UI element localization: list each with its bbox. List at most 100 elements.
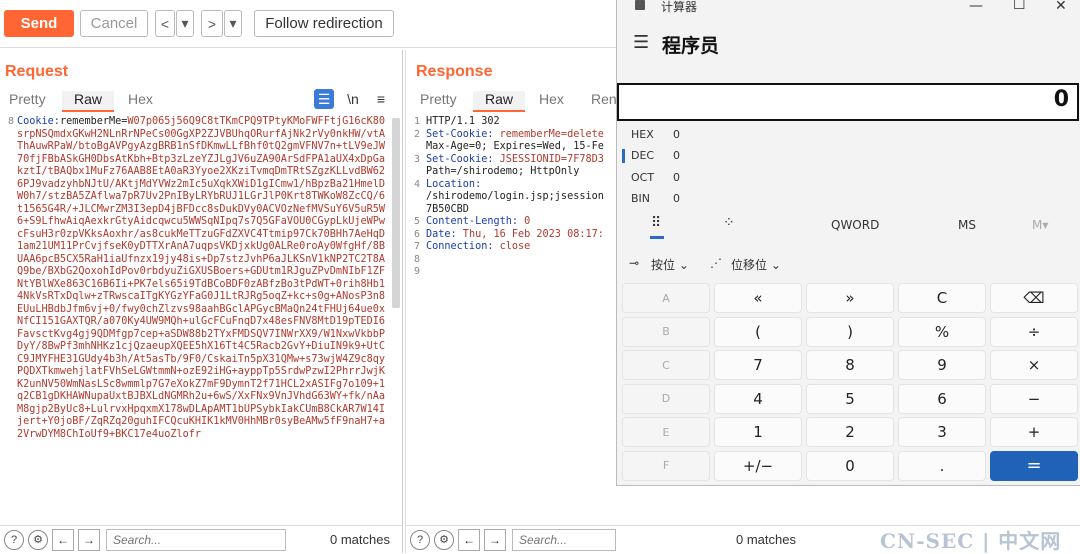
response-line: 7 Connection: close xyxy=(406,241,616,254)
gear-icon[interactable]: ⚙ xyxy=(28,529,48,550)
key-9[interactable]: 9 xyxy=(898,350,986,380)
response-line: 1 HTTP/1.1 302 xyxy=(406,116,616,129)
line-number: 9 xyxy=(413,266,420,277)
line-text: Max-Age=0; Expires=Wed, 15-Fe xyxy=(426,141,604,152)
key-shift-right[interactable]: » xyxy=(806,283,894,313)
word-wrap-icon[interactable]: ☰ xyxy=(314,89,334,109)
bitshift-dropdown[interactable]: 位移位 ⌄ xyxy=(731,256,781,273)
response-line: Path=/shirodemo; HttpOnly xyxy=(406,166,616,179)
line-text: Path=/shirodemo; HttpOnly xyxy=(426,166,580,177)
key-open-paren[interactable]: ( xyxy=(714,316,802,347)
tab-raw[interactable]: Raw xyxy=(473,91,526,112)
tab-pretty[interactable]: Pretty xyxy=(9,91,46,107)
key-e[interactable]: E xyxy=(622,417,710,447)
hamburger-menu-icon[interactable]: ☰ xyxy=(633,32,649,53)
back-history-dropdown[interactable]: ▾ xyxy=(176,10,194,37)
key-a[interactable]: A xyxy=(622,283,710,313)
burp-toolbar: Send Cancel < ▾ > ▾ Follow redirection xyxy=(0,0,616,48)
key-percent[interactable]: % xyxy=(898,316,986,347)
cookie-name: rememberMe xyxy=(59,116,122,127)
radix-oct[interactable]: OCT 0 xyxy=(631,171,680,184)
close-icon[interactable]: ✕ xyxy=(1055,0,1067,14)
key-c[interactable]: C xyxy=(622,350,710,380)
forward-history-dropdown[interactable]: ▾ xyxy=(224,10,242,37)
key-7[interactable]: 7 xyxy=(714,350,802,380)
result-display: 0 xyxy=(617,83,1079,121)
bitwise-dropdown[interactable]: 按位 ⌄ xyxy=(651,256,689,273)
word-size-button[interactable]: QWORD xyxy=(831,218,879,232)
key-4[interactable]: 4 xyxy=(714,383,802,414)
prev-match-button[interactable]: ← xyxy=(458,528,480,551)
calculator-window[interactable]: 计算器 — ☐ ✕ ☰ 程序员 0 HEX 0 DEC 0 OCT 0 BIN 0 ⠿ … xyxy=(616,0,1080,486)
newline-icon[interactable]: \n xyxy=(343,89,363,109)
request-scrollbar[interactable] xyxy=(392,118,400,308)
forward-button[interactable]: > xyxy=(201,10,223,37)
tab-hex[interactable]: Hex xyxy=(128,91,153,107)
next-match-button[interactable]: → xyxy=(78,528,100,551)
key-2[interactable]: 2 xyxy=(806,417,894,447)
window-title: 计算器 xyxy=(661,0,698,14)
key-decimal[interactable]: . xyxy=(898,450,986,481)
header-name: Date: xyxy=(426,228,457,240)
radix-hex[interactable]: HEX 0 xyxy=(631,128,680,141)
maximize-icon[interactable]: ☐ xyxy=(1013,0,1026,13)
prev-match-button[interactable]: ← xyxy=(52,528,74,551)
key-close-paren[interactable]: ) xyxy=(806,316,894,347)
tab-pretty[interactable]: Pretty xyxy=(420,91,457,107)
key-1[interactable]: 1 xyxy=(714,417,802,447)
key-negate[interactable]: +/− xyxy=(714,450,802,481)
cookie-value: W07p065j56Q9C8tTKmCPQ9TPtyKMoFWFFtjG16cK… xyxy=(17,116,386,440)
full-keypad-icon[interactable]: ⠿ xyxy=(651,215,661,231)
key-clear[interactable]: C xyxy=(898,283,986,313)
keypad-active-indicator xyxy=(650,236,664,239)
radix-value: 0 xyxy=(673,192,680,205)
line-number: 1 xyxy=(413,116,420,127)
response-line: 5 Content-Length: 0 xyxy=(406,216,616,229)
key-6[interactable]: 6 xyxy=(898,383,986,414)
search-input[interactable] xyxy=(106,528,286,551)
tab-hex[interactable]: Hex xyxy=(539,91,564,107)
gear-icon[interactable]: ⚙ xyxy=(434,529,454,550)
key-multiply[interactable]: × xyxy=(990,350,1078,380)
key-8[interactable]: 8 xyxy=(806,350,894,380)
memory-store-button[interactable]: MS xyxy=(958,218,976,232)
search-input[interactable] xyxy=(512,528,616,551)
line-number: 8 xyxy=(7,116,14,127)
key-3[interactable]: 3 xyxy=(898,417,986,447)
minimize-icon[interactable]: — xyxy=(969,0,983,14)
cancel-button[interactable]: Cancel xyxy=(80,10,148,37)
key-shift-left[interactable]: « xyxy=(714,283,802,313)
match-count: 0 matches xyxy=(736,532,796,547)
key-equals[interactable]: = xyxy=(990,450,1078,481)
radix-dec[interactable]: DEC 0 xyxy=(631,149,680,162)
key-b[interactable]: B xyxy=(622,316,710,347)
follow-redirection-button[interactable]: Follow redirection xyxy=(254,10,394,37)
response-editor[interactable]: 1 HTTP/1.1 302 2 Set-Cookie: rememberMe=del… xyxy=(406,114,616,523)
tab-raw[interactable]: Raw xyxy=(62,91,115,112)
header-name: Set-Cookie: xyxy=(426,153,494,165)
key-f[interactable]: F xyxy=(622,450,710,481)
line-number: 6 xyxy=(413,228,420,240)
request-editor[interactable]: 8 Cookie:rememberMe=W07p065j56Q9C8tTKmCP… xyxy=(0,114,402,523)
key-5[interactable]: 5 xyxy=(806,383,894,414)
help-icon[interactable]: ? xyxy=(410,529,430,550)
line-text: HTTP/1.1 302 xyxy=(426,116,500,127)
response-line: 3 Set-Cookie: JSESSIONID=7F78D3 xyxy=(406,154,616,167)
key-0[interactable]: 0 xyxy=(806,450,894,481)
memory-menu-button[interactable]: M▾ xyxy=(1032,218,1048,232)
request-body: Cookie:rememberMe=W07p065j56Q9C8tTKmCPQ9… xyxy=(17,116,390,441)
key-d[interactable]: D xyxy=(622,383,710,414)
calculator-icon xyxy=(635,0,645,10)
bit-toggle-keypad-icon[interactable]: ⁘ xyxy=(723,215,735,231)
line-text: close xyxy=(493,241,531,252)
back-button[interactable]: < xyxy=(155,10,175,37)
menu-icon[interactable]: ≡ xyxy=(371,89,391,109)
backspace-key[interactable]: ⌫ xyxy=(990,283,1078,313)
key-subtract[interactable]: − xyxy=(990,383,1078,414)
help-icon[interactable]: ? xyxy=(4,529,24,550)
next-match-button[interactable]: → xyxy=(484,528,506,551)
radix-bin[interactable]: BIN 0 xyxy=(631,192,680,205)
send-button[interactable]: Send xyxy=(4,10,74,37)
key-add[interactable]: + xyxy=(990,417,1078,447)
key-divide[interactable]: ÷ xyxy=(990,316,1078,347)
